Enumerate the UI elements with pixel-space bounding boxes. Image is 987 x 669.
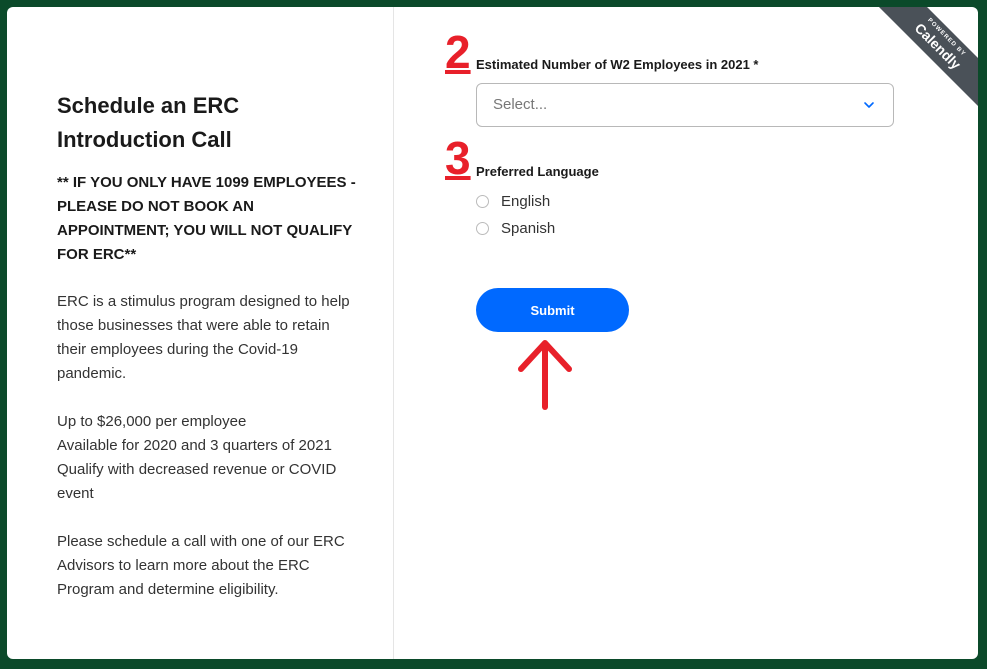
event-description-1: ERC is a stimulus program designed to he… bbox=[57, 293, 350, 382]
step-2-annotation: 2 bbox=[445, 26, 471, 78]
radio-spanish[interactable]: Spanish bbox=[476, 218, 555, 238]
benefit-line: Available for 2020 and 3 quarters of 202… bbox=[57, 437, 332, 454]
benefit-line: Qualify with decreased revenue or COVID … bbox=[57, 461, 337, 502]
submit-button[interactable]: Submit bbox=[476, 288, 629, 332]
event-description-3: Please schedule a call with one of our E… bbox=[57, 533, 345, 598]
event-description-2: Up to $26,000 per employee Available for… bbox=[57, 410, 362, 506]
step-3-annotation: 3 bbox=[445, 132, 471, 184]
radio-english[interactable]: English bbox=[476, 191, 550, 211]
event-details-panel: Schedule an ERC Introduction Call ** IF … bbox=[7, 7, 394, 659]
employees-select-placeholder: Select... bbox=[493, 96, 548, 113]
radio-circle[interactable] bbox=[476, 194, 489, 208]
radio-circle[interactable] bbox=[476, 221, 489, 235]
radio-label-english: English bbox=[501, 192, 551, 210]
benefit-line: Up to $26,000 per employee bbox=[57, 413, 247, 430]
event-title: Schedule an ERC Introduction Call bbox=[57, 93, 240, 152]
calendly-ribbon[interactable]: POWERED BY Calendly bbox=[878, 7, 978, 107]
warning-text: ** IF YOU ONLY HAVE 1099 EMPLOYEES - PLE… bbox=[57, 174, 356, 263]
booking-card: Schedule an ERC Introduction Call ** IF … bbox=[7, 7, 978, 659]
radio-label-spanish: Spanish bbox=[501, 219, 556, 237]
employees-label: Estimated Number of W2 Employees in 2021… bbox=[476, 57, 759, 72]
powered-by-calendly-badge[interactable]: POWERED BY Calendly bbox=[878, 7, 978, 107]
language-label: Preferred Language bbox=[476, 164, 599, 179]
employees-select[interactable]: Select... bbox=[476, 83, 894, 127]
chevron-down-icon bbox=[864, 102, 874, 108]
arrow-up-annotation-icon bbox=[518, 340, 572, 410]
